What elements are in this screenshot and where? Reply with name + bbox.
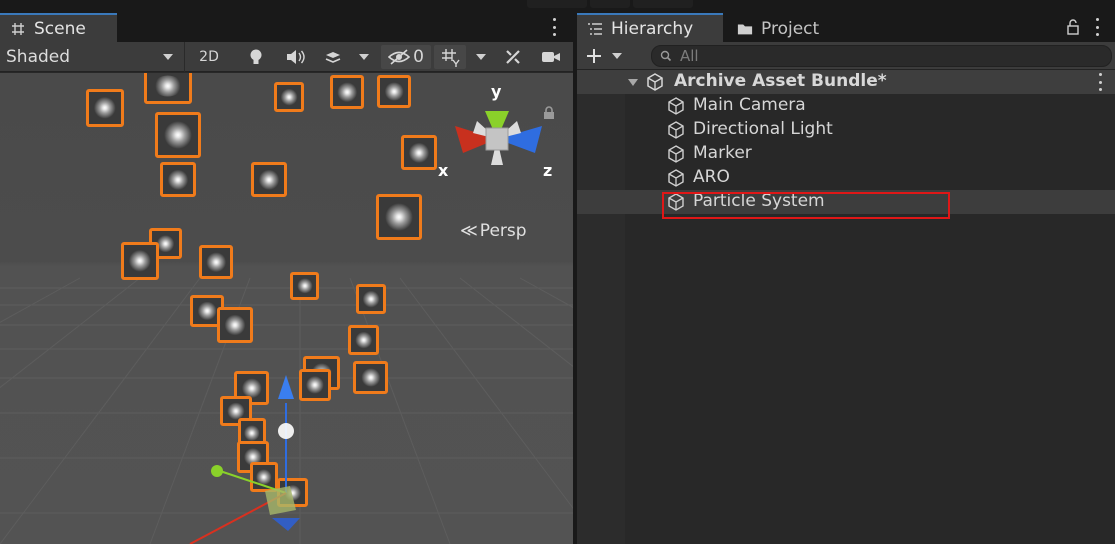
folder-icon [737,21,753,37]
search-placeholder: All [680,47,699,65]
window-top-strip [0,0,1115,12]
gizmo-center-cube-icon[interactable] [485,127,509,151]
gameobject-cube-icon [667,121,685,144]
gameobject-cube-icon [667,97,685,120]
effects-dropdown-chevron-icon[interactable] [359,54,369,60]
hierarchy-panel-menu-icon[interactable] [1094,18,1100,36]
audio-toggle-icon[interactable] [278,45,312,69]
chevron-down-icon [163,54,173,60]
hierarchy-list-icon [587,21,603,37]
hierarchy-item-label: Main Camera [693,95,806,115]
particle-emitter-icon [278,423,294,439]
scene-visibility-toggle[interactable]: 0 [381,45,431,69]
gizmo-z-label: z [543,161,553,180]
hierarchy-tab-bar: Hierarchy Project [577,12,1115,42]
tab-project-label: Project [761,18,820,39]
scene-root-label: Archive Asset Bundle* [674,71,887,91]
hierarchy-item-main-camera[interactable]: Main Camera [577,94,1115,118]
grid-dropdown-chevron-icon[interactable] [476,54,486,60]
scene-panel-menu-icon[interactable] [551,18,557,36]
create-dropdown[interactable] [585,46,625,66]
annotation-highlight-box [662,192,950,219]
grid-hash-icon [10,21,26,37]
hidden-eye-icon [388,49,411,65]
move-plane-handle-icon[interactable] [265,486,296,515]
move-x-handle-icon[interactable] [211,465,223,477]
scene-viewport[interactable]: y x z ≪ Persp [0,73,573,544]
effects-toggle-icon[interactable] [318,45,348,69]
persp-label: Persp [479,221,527,241]
lock-icon[interactable] [1066,19,1080,39]
lighting-toggle-icon[interactable] [241,45,271,69]
shading-mode-label: Shaded [6,47,71,67]
hierarchy-item-label: Marker [693,143,752,163]
hierarchy-item-marker[interactable]: Marker [577,142,1115,166]
move-y-arrow-icon[interactable] [278,375,294,399]
toggle-2d-button[interactable]: 2D [191,45,227,69]
hierarchy-item-aro[interactable]: ARO [577,166,1115,190]
search-input[interactable]: All [651,45,1112,67]
persp-chevron-icon: ≪ [460,221,478,241]
scene-root-menu-icon[interactable] [1097,73,1103,91]
grid-toggle-icon[interactable] [434,45,466,69]
tab-project[interactable]: Project [727,13,847,42]
gameobject-cube-icon [667,169,685,192]
plus-icon [587,49,601,63]
unity-editor-window: Scene Shaded 2D 0 y x z ≪ Persp Hierarch… [0,0,1115,544]
gizmo-y-label: y [491,82,502,101]
scene-panel: Scene Shaded 2D 0 y x z ≪ Persp [0,12,573,544]
scene-root-item[interactable]: Archive Asset Bundle* [577,70,1115,94]
unity-scene-icon [646,73,664,96]
search-icon [660,50,672,62]
expand-arrow-icon[interactable] [628,79,638,86]
tab-hierarchy[interactable]: Hierarchy [577,13,723,42]
camera-icon[interactable] [536,45,566,69]
scene-tab-bar: Scene [0,12,573,42]
gizmo-x-label: x [438,161,449,180]
toggle-2d-label: 2D [199,49,219,65]
tab-scene[interactable]: Scene [0,13,117,42]
tab-hierarchy-label: Hierarchy [611,18,694,39]
shading-mode-dropdown[interactable]: Shaded [0,42,185,72]
hidden-count: 0 [413,47,424,67]
hierarchy-item-directional-light[interactable]: Directional Light [577,118,1115,142]
gameobject-cube-icon [667,145,685,168]
lock-icon[interactable] [543,105,555,124]
scene-toolbar: Shaded 2D 0 [0,42,573,72]
hierarchy-panel: Hierarchy Project All Archive Asset Bund… [577,12,1115,544]
hierarchy-item-label: ARO [693,167,730,187]
projection-toggle[interactable]: ≪ Persp [460,221,527,241]
tools-icon[interactable] [498,45,528,69]
tab-scene-label: Scene [34,18,86,39]
hierarchy-toolbar: All [577,42,1115,70]
chevron-down-icon [612,53,622,59]
hierarchy-item-label: Directional Light [693,119,833,139]
